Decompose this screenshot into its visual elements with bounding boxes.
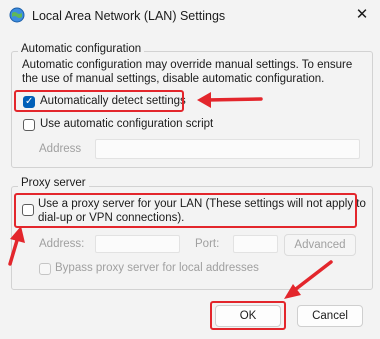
arrow-to-ok [284,260,333,299]
arrow-to-use-proxy [8,226,25,266]
arrow-to-auto-detect [197,92,263,108]
annotation-arrows [8,92,333,299]
